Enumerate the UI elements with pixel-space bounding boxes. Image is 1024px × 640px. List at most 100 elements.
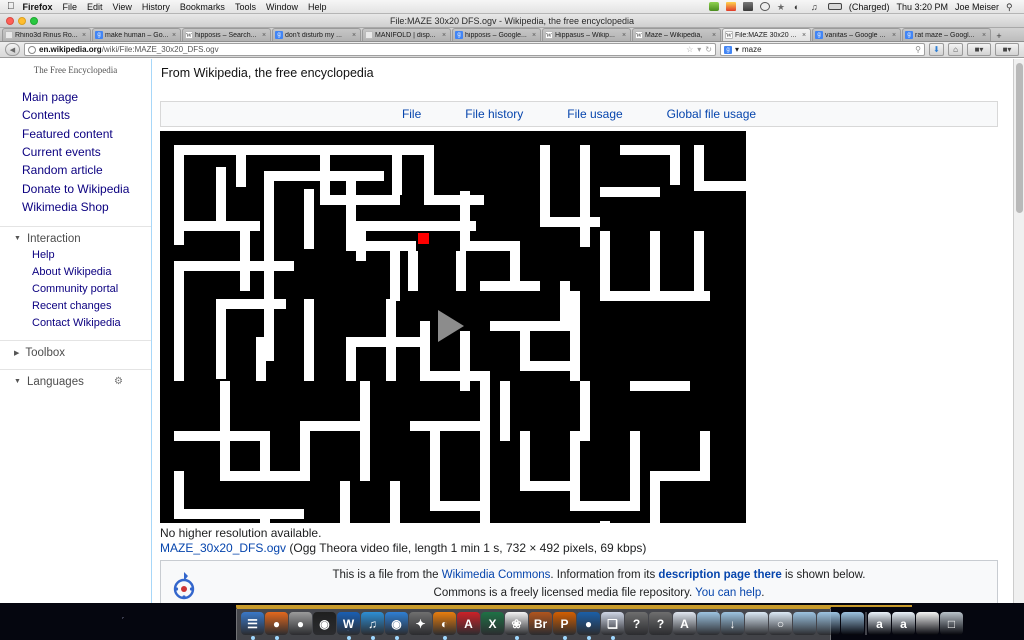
dock-item-font-book[interactable]: A	[673, 612, 696, 635]
battery-icon[interactable]	[827, 3, 842, 10]
window-controls[interactable]	[6, 17, 38, 25]
addon-button[interactable]: ■▾	[995, 43, 1019, 56]
sidebar-section-toolbox[interactable]: ▶ Toolbox	[0, 339, 151, 361]
dock-item-document-1[interactable]	[745, 612, 768, 635]
sidebar-item-random-article[interactable]: Random article	[0, 162, 151, 180]
search-icon[interactable]: ⚲	[915, 45, 921, 54]
tab-close-icon[interactable]: ×	[802, 32, 808, 39]
tab-close-icon[interactable]: ×	[172, 32, 178, 39]
menu-history[interactable]: History	[142, 2, 170, 12]
menu-firefox[interactable]: Firefox	[23, 2, 53, 12]
file-download-link[interactable]: MAZE_30x20_DFS.ogv	[160, 541, 286, 555]
dock-item-blender[interactable]: ◐	[433, 612, 456, 640]
tab-close-icon[interactable]: ×	[892, 32, 898, 39]
dock-item-maya[interactable]: ✦	[409, 612, 432, 635]
sidebar-section-languages[interactable]: ▼ Languages ⚙	[0, 368, 151, 390]
browser-tab-active[interactable]: W File:MAZE 30x20 ... ×	[722, 28, 811, 41]
menu-edit[interactable]: Edit	[87, 2, 103, 12]
dock-item-folder-4[interactable]	[841, 612, 864, 635]
sidebar-item-contents[interactable]: Contents	[0, 107, 151, 125]
dock-item-trash[interactable]: □	[940, 612, 963, 635]
dock-item-text-doc-1[interactable]: a	[868, 612, 891, 635]
sidebar-item-donate[interactable]: Donate to Wikipedia	[0, 181, 151, 199]
sidebar-section-interaction[interactable]: ▼ Interaction	[0, 225, 151, 247]
dock-item-dvd-player[interactable]: ◉	[313, 612, 336, 635]
dock-item-text-doc-2[interactable]: a	[892, 612, 915, 635]
tab-global-file-usage[interactable]: Global file usage	[667, 107, 756, 121]
sidebar-item-main-page[interactable]: Main page	[0, 89, 151, 107]
menu-window[interactable]: Window	[266, 2, 298, 12]
tab-file-usage[interactable]: File usage	[567, 107, 622, 121]
clock-icon[interactable]	[759, 2, 770, 11]
menu-file[interactable]: File	[63, 2, 78, 12]
dock-item-folder-downloads[interactable]: ↓	[721, 612, 744, 635]
address-bar[interactable]: en.wikipedia.org/wiki/File:MAZE_30x20_DF…	[24, 43, 716, 56]
home-button[interactable]: ⌂	[948, 43, 963, 56]
dock-item-white-doc[interactable]	[916, 612, 939, 635]
alert-icon[interactable]	[725, 2, 736, 11]
close-icon[interactable]	[6, 17, 14, 25]
browser-tab[interactable]: MANIFOLD | disp... ×	[362, 28, 451, 41]
dock-item-itunes[interactable]: ♫	[361, 612, 384, 640]
dock-item-finder[interactable]: ☰	[241, 612, 264, 640]
tab-close-icon[interactable]: ×	[712, 32, 718, 39]
browser-tab[interactable]: g make human – Go... ×	[92, 28, 181, 41]
library-button[interactable]: ■▾	[967, 43, 991, 56]
browser-tab[interactable]: g hipposis – Google... ×	[452, 28, 541, 41]
dock-item-flashlight[interactable]: ●	[289, 612, 312, 635]
sidebar-item-wikimedia-shop[interactable]: Wikimedia Shop	[0, 199, 151, 217]
search-bar[interactable]: g ▾ maze ⚲	[720, 43, 925, 56]
star-icon[interactable]: ☆	[686, 45, 693, 54]
sidebar-item-help[interactable]: Help	[0, 247, 151, 264]
tab-file[interactable]: File	[402, 107, 421, 121]
dock-item-sphere-app[interactable]: ●	[577, 612, 600, 640]
wifi-icon[interactable]: ◐	[794, 2, 804, 12]
browser-tab[interactable]: W Maze – Wikipedia, ×	[632, 28, 721, 41]
browser-tabstrip[interactable]: Rhino3d Rinus Ro... × g make human – Go.…	[0, 28, 1024, 42]
dock-item-folder-3[interactable]	[817, 612, 840, 635]
tab-file-history[interactable]: File history	[465, 107, 523, 121]
maze-video-player[interactable]	[160, 131, 746, 523]
download-button[interactable]: ⬇	[929, 43, 944, 56]
dock-item-placeholder-1[interactable]: ?	[625, 612, 648, 635]
browser-tab[interactable]: g don't disturb my ... ×	[272, 28, 361, 41]
sync-icon[interactable]	[708, 2, 719, 11]
tab-close-icon[interactable]: ×	[262, 32, 268, 39]
tab-close-icon[interactable]: ×	[532, 32, 538, 39]
tab-close-icon[interactable]: ×	[442, 32, 448, 39]
dock-item-folder-2[interactable]	[793, 612, 816, 635]
sidebar-item-current-events[interactable]: Current events	[0, 144, 151, 162]
dock-item-acrobat-reader[interactable]: Α	[457, 612, 480, 635]
sidebar-item-featured-content[interactable]: Featured content	[0, 126, 151, 144]
description-page-link[interactable]: description page there	[658, 569, 781, 581]
dock-item-firefox[interactable]: ●	[265, 612, 288, 640]
browser-tab[interactable]: Rhino3d Rinus Ro... ×	[2, 28, 91, 41]
page-scrollbar[interactable]	[1013, 59, 1024, 603]
tab-close-icon[interactable]: ×	[82, 32, 88, 39]
browser-tab[interactable]: g rat maze – Googl... ×	[902, 28, 991, 41]
scrollbar-thumb[interactable]	[1016, 63, 1023, 213]
search-input[interactable]: maze	[742, 45, 762, 54]
you-can-help-link[interactable]: You can help	[695, 587, 761, 599]
menu-help[interactable]: Help	[308, 2, 327, 12]
reload-icon[interactable]: ↻	[705, 45, 712, 54]
dock-item-preview[interactable]: ❑	[601, 612, 624, 640]
menu-view[interactable]: View	[113, 2, 132, 12]
browser-tab[interactable]: W Hippasus – Wikip... ×	[542, 28, 631, 41]
bluetooth-icon[interactable]: ★	[777, 2, 787, 12]
wikimedia-commons-link[interactable]: Wikimedia Commons	[442, 569, 551, 581]
file-page-tabs[interactable]: File File history File usage Global file…	[160, 101, 998, 127]
sidebar-item-recent-changes[interactable]: Recent changes	[0, 298, 151, 315]
new-tab-button[interactable]: +	[992, 31, 1006, 41]
dock-item-adobe-premiere[interactable]: P	[553, 612, 576, 640]
browser-tab[interactable]: W hipposis – Search... ×	[182, 28, 271, 41]
gear-icon[interactable]: ⚙	[114, 376, 123, 387]
dock-item-adobe-bridge[interactable]: Br	[529, 612, 552, 635]
chevron-down-icon[interactable]: ▼	[14, 378, 21, 385]
menu-bookmarks[interactable]: Bookmarks	[180, 2, 225, 12]
menu-tools[interactable]: Tools	[235, 2, 256, 12]
os-dock[interactable]: ☰ ● ● ◉ W ♫ ◉ ✦ ◐ Α X ❀ Br P ● ❑?? A ↓ ○ a a □	[236, 607, 963, 640]
clock-label[interactable]: Thu 3:20 PM	[896, 2, 948, 12]
sidebar-item-about-wikipedia[interactable]: About Wikipedia	[0, 264, 151, 281]
apple-icon[interactable]: 	[7, 1, 15, 12]
